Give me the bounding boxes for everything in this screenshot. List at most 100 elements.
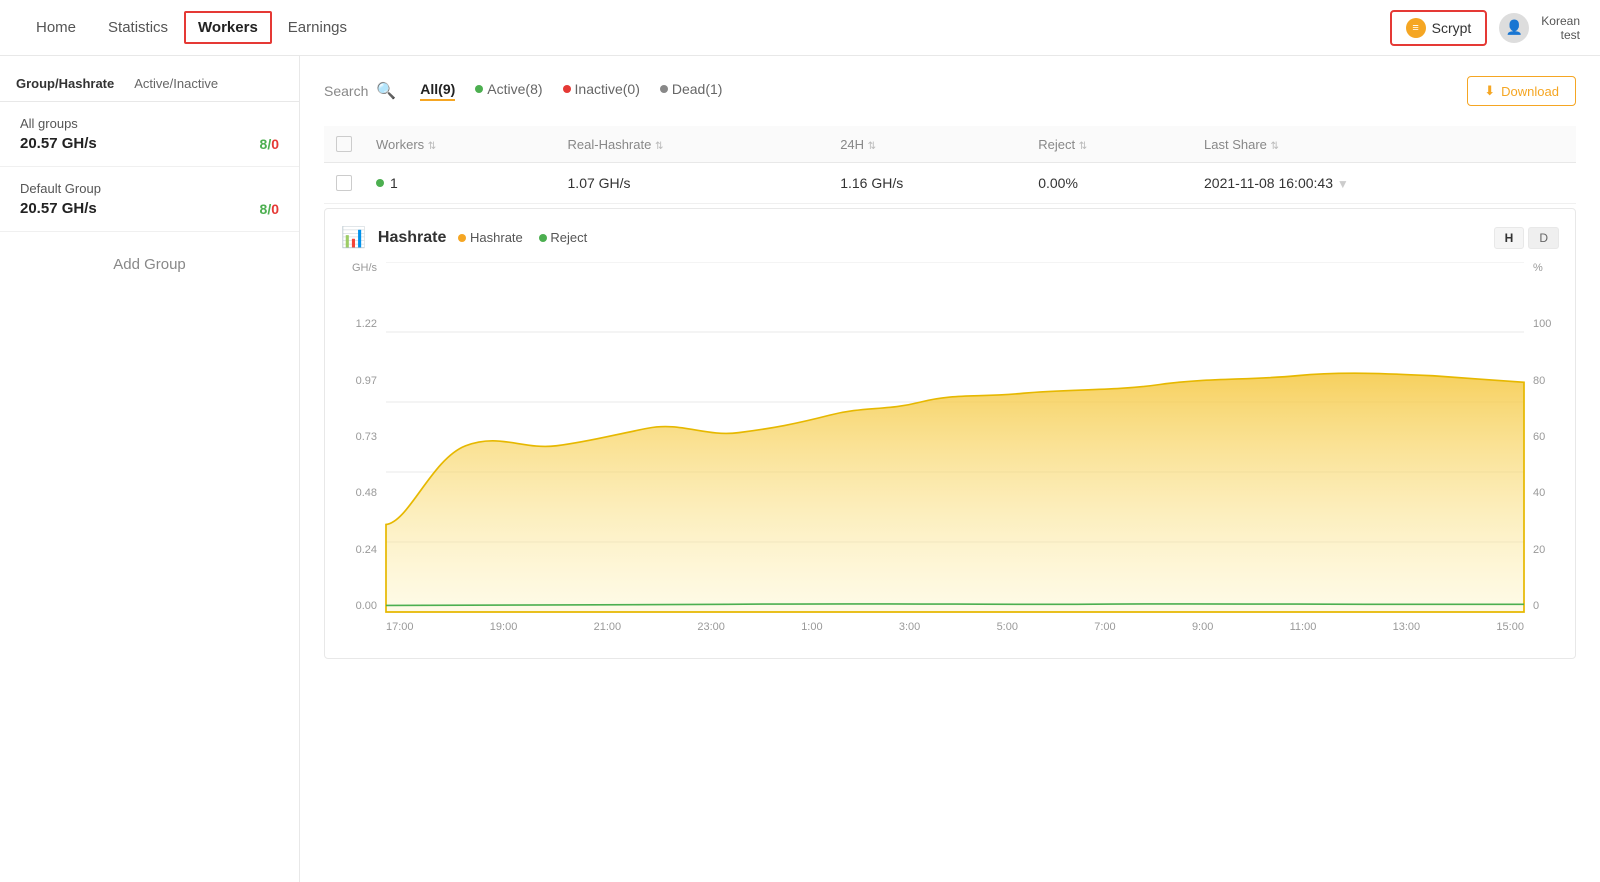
table-header-24h[interactable]: 24H ⇅ [828, 126, 1026, 163]
chart-period-selector: H D [1494, 227, 1559, 249]
download-icon: ⬇ [1484, 83, 1495, 99]
chart-container: 📊 Hashrate Hashrate Reject H D [324, 208, 1576, 659]
filter-tab-inactive[interactable]: Inactive(0) [563, 81, 640, 101]
y-right-20: 20 [1533, 544, 1545, 556]
last-share-sort-icon: ⇅ [1271, 141, 1279, 152]
filter-tab-dead[interactable]: Dead(1) [660, 81, 723, 101]
filter-bar: Search 🔍 All(9) Active(8) Inactive(0) De… [324, 76, 1576, 106]
table-cell-worker: 1 [364, 163, 556, 204]
x-label-1900: 19:00 [490, 621, 518, 633]
table-header-row: Workers ⇅ Real-Hashrate ⇅ 24H ⇅ Reject ⇅ [324, 126, 1576, 163]
sidebar-group-default-row: 20.57 GH/s 8/0 [20, 200, 279, 217]
active-dot [475, 85, 483, 93]
worker-status-dot [376, 179, 384, 187]
sidebar-group-default-name: Default Group [20, 181, 279, 196]
filter-tab-all[interactable]: All(9) [420, 81, 455, 101]
filter-tab-dead-label: Dead(1) [672, 81, 723, 97]
row-expand-button[interactable]: ▼ [1337, 177, 1349, 191]
user-info: Korean test [1541, 14, 1580, 42]
24h-sort-icon: ⇅ [868, 141, 876, 152]
y-right-60: 60 [1533, 431, 1545, 443]
table-header-workers[interactable]: Workers ⇅ [364, 126, 556, 163]
sidebar-group-all-name: All groups [20, 116, 279, 131]
workers-sort-icon: ⇅ [428, 141, 436, 152]
y-label-000: 0.00 [356, 600, 377, 612]
filter-tabs: All(9) Active(8) Inactive(0) Dead(1) [420, 81, 722, 101]
user-avatar[interactable]: 👤 [1499, 13, 1529, 43]
x-label-0900: 9:00 [1192, 621, 1213, 633]
legend-hashrate-label: Hashrate [470, 230, 523, 245]
workers-table: Workers ⇅ Real-Hashrate ⇅ 24H ⇅ Reject ⇅ [324, 126, 1576, 204]
x-label-0500: 5:00 [997, 621, 1018, 633]
chart-x-labels: 17:00 19:00 21:00 23:00 1:00 3:00 5:00 7… [386, 612, 1524, 642]
chart-y-left-labels: GH/s 1.22 0.97 0.73 0.48 0.24 0.00 [341, 262, 381, 612]
table-row-checkbox-cell [324, 163, 364, 204]
filter-tab-inactive-label: Inactive(0) [575, 81, 640, 97]
y-label-048: 0.48 [356, 487, 377, 499]
period-h-button[interactable]: H [1494, 227, 1525, 249]
sidebar-tabs: Group/Hashrate Active/Inactive [0, 76, 299, 102]
x-label-2100: 21:00 [594, 621, 622, 633]
worker-name-cell: 1 [376, 175, 544, 191]
table-header-checkbox [324, 126, 364, 163]
nav-home[interactable]: Home [20, 1, 92, 54]
period-d-button[interactable]: D [1528, 227, 1559, 249]
inactive-dot [563, 85, 571, 93]
y-label-073: 0.73 [356, 431, 377, 443]
x-label-2300: 23:00 [697, 621, 725, 633]
sidebar-group-all-row: 20.57 GH/s 8/0 [20, 135, 279, 152]
chart-area: GH/s 1.22 0.97 0.73 0.48 0.24 0.00 % 100… [341, 262, 1559, 642]
chart-svg [386, 262, 1524, 612]
legend-reject-label: Reject [550, 230, 587, 245]
filter-tab-active[interactable]: Active(8) [475, 81, 542, 101]
x-label-1100: 11:00 [1290, 621, 1317, 633]
y-right-80: 80 [1533, 375, 1545, 387]
y-right-0: 0 [1533, 600, 1539, 612]
chart-legend: Hashrate Reject [458, 230, 587, 245]
table-cell-24h: 1.16 GH/s [828, 163, 1026, 204]
x-label-1700: 17:00 [386, 621, 414, 633]
nav-earnings[interactable]: Earnings [272, 1, 363, 54]
reject-sort-icon: ⇅ [1079, 141, 1087, 152]
table-header-last-share[interactable]: Last Share ⇅ [1192, 126, 1576, 163]
table-header-reject[interactable]: Reject ⇅ [1026, 126, 1192, 163]
table-row: 1 1.07 GH/s 1.16 GH/s 0.00% 2021-11-08 1… [324, 163, 1576, 204]
scrypt-selector[interactable]: ≡ Scrypt [1390, 10, 1488, 46]
download-label: Download [1501, 84, 1559, 99]
table-header-real-hashrate[interactable]: Real-Hashrate ⇅ [556, 126, 829, 163]
sidebar-tab-active-inactive[interactable]: Active/Inactive [134, 76, 218, 91]
select-all-checkbox[interactable] [336, 136, 352, 152]
sidebar-default-counts: 8/0 [260, 201, 279, 217]
legend-hashrate: Hashrate [458, 230, 522, 245]
x-label-0300: 3:00 [899, 621, 920, 633]
nav-workers[interactable]: Workers [184, 11, 272, 44]
legend-hashrate-dot [458, 234, 466, 242]
y-label-unit-left: GH/s [352, 262, 377, 274]
y-label-122: 1.22 [356, 318, 377, 330]
chart-bar-icon: 📊 [341, 225, 366, 250]
search-label: Search [324, 83, 368, 99]
sidebar-all-hashrate: 20.57 GH/s [20, 135, 97, 152]
x-label-0700: 7:00 [1094, 621, 1115, 633]
user-name: Korean [1541, 14, 1580, 28]
table-cell-real-hashrate: 1.07 GH/s [556, 163, 829, 204]
sidebar-group-all[interactable]: All groups 20.57 GH/s 8/0 [0, 102, 299, 167]
top-navigation: Home Statistics Workers Earnings ≡ Scryp… [0, 0, 1600, 56]
x-label-1500: 15:00 [1496, 621, 1524, 633]
download-button[interactable]: ⬇ Download [1467, 76, 1576, 106]
add-group-label: Add Group [113, 256, 186, 273]
add-group-button[interactable]: Add Group [0, 232, 299, 297]
sidebar-group-default[interactable]: Default Group 20.57 GH/s 8/0 [0, 167, 299, 232]
nav-statistics[interactable]: Statistics [92, 1, 184, 54]
search-box[interactable]: Search 🔍 [324, 81, 396, 101]
user-sub: test [1541, 28, 1580, 42]
nav-right-section: ≡ Scrypt 👤 Korean test [1390, 10, 1580, 46]
worker-id: 1 [390, 175, 398, 191]
row-checkbox[interactable] [336, 175, 352, 191]
scrypt-icon: ≡ [1406, 18, 1426, 38]
scrypt-label: Scrypt [1432, 20, 1472, 36]
sidebar-tab-group-hashrate[interactable]: Group/Hashrate [16, 76, 114, 91]
chart-y-right-labels: % 100 80 60 40 20 0 [1529, 262, 1559, 612]
real-hashrate-sort-icon: ⇅ [655, 141, 663, 152]
table-cell-last-share: 2021-11-08 16:00:43 ▼ [1192, 163, 1576, 204]
